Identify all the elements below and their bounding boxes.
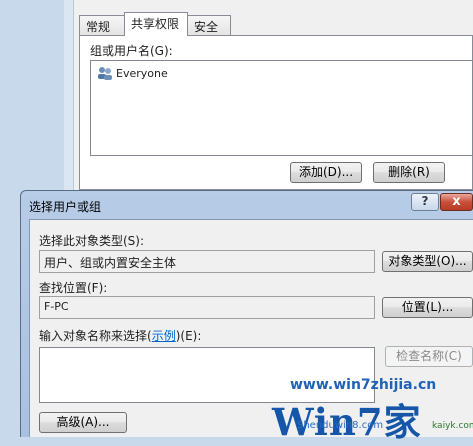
watermark-logo: Win7家: [272, 400, 422, 444]
enter-names-label: 输入对象名称来选择(示例)(E):: [39, 327, 201, 344]
tab-security[interactable]: 安全: [187, 15, 231, 35]
list-item[interactable]: Everyone: [97, 66, 168, 80]
watermark-site-2: Shenduwin8.com: [297, 420, 384, 431]
object-types-button[interactable]: 对象类型(O)...: [382, 251, 473, 272]
enter-names-label-prefix: 输入对象名称来选择(: [39, 329, 152, 343]
close-button[interactable]: x: [440, 193, 473, 211]
dialog-title: 选择用户或组: [29, 200, 102, 214]
object-type-field: 用户、组或内置安全主体: [39, 250, 375, 273]
group-users-label: 组或用户名(G):: [90, 44, 173, 58]
user-group-icon: [98, 67, 112, 80]
add-button[interactable]: 添加(D)...: [290, 162, 362, 183]
tab-share-permissions[interactable]: 共享权限: [124, 12, 188, 36]
remove-button[interactable]: 删除(R): [373, 162, 445, 183]
user-name: Everyone: [116, 66, 168, 80]
object-type-label: 选择此对象类型(S):: [39, 234, 145, 248]
location-field: F-PC: [39, 296, 375, 319]
watermark-site-3: kaiyk.com: [432, 421, 473, 431]
examples-link[interactable]: 示例: [152, 329, 176, 343]
tab-general[interactable]: 常规: [79, 15, 125, 35]
help-button[interactable]: ?: [411, 193, 439, 211]
location-label: 查找位置(F):: [39, 281, 108, 295]
check-names-button[interactable]: 检查名称(C): [385, 346, 473, 367]
users-list[interactable]: Everyone: [90, 60, 473, 156]
advanced-button[interactable]: 高级(A)...: [39, 412, 127, 433]
locations-button[interactable]: 位置(L)...: [382, 297, 473, 318]
watermark-site: www.win7zhijia.cn: [290, 377, 437, 393]
enter-names-label-suffix: )(E):: [175, 329, 202, 343]
